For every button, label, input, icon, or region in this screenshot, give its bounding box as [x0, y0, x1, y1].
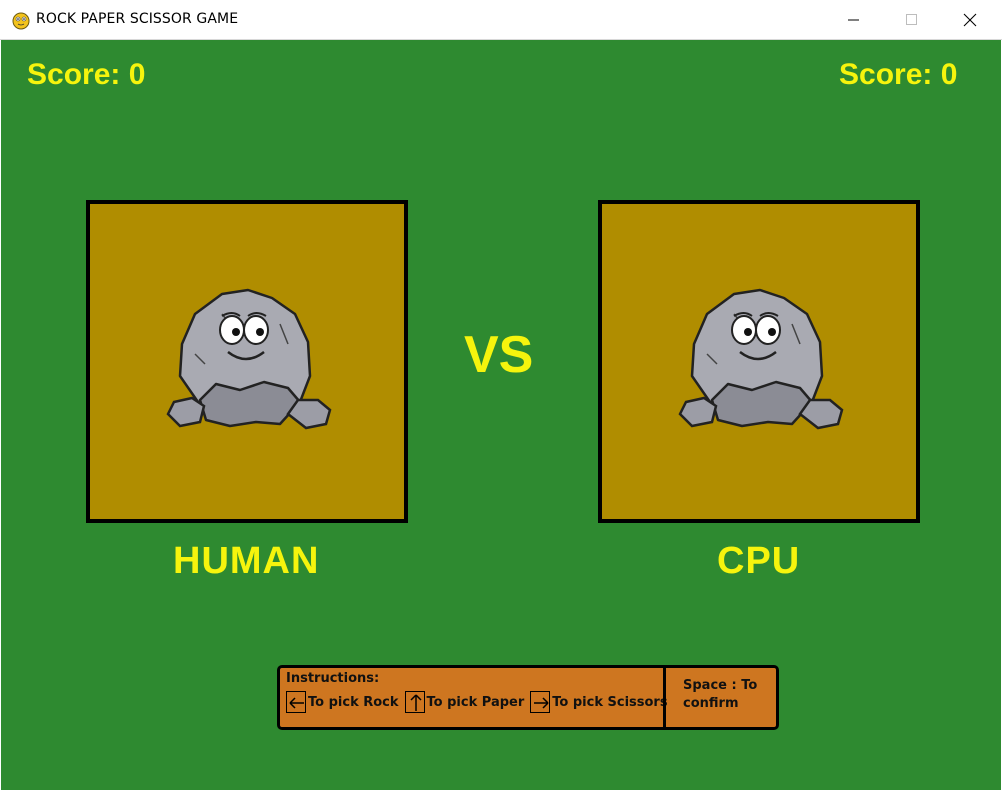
maximize-icon [906, 14, 917, 25]
game-canvas[interactable]: Score: 0 Score: 0 VS HUMAN CPU Instructi… [1, 40, 1001, 790]
instructions-keys: To pick Rock To pick Paper To pick Sciss… [286, 690, 674, 714]
minimize-button[interactable] [826, 0, 884, 40]
maximize-button[interactable] [884, 0, 942, 40]
window-title: ROCK PAPER SCISSOR GAME [36, 11, 239, 27]
close-icon [963, 13, 977, 27]
left-arrow-icon [286, 691, 306, 713]
instruction-paper-text: To pick Paper [426, 694, 525, 710]
instructions-panel: Instructions: To pick Rock To pick Paper… [277, 665, 779, 730]
human-score: Score: 0 [27, 58, 146, 91]
instructions-title: Instructions: [286, 671, 380, 686]
minimize-icon [848, 19, 859, 21]
title-bar: ROCK PAPER SCISSOR GAME [0, 0, 1002, 40]
instruction-paper: To pick Paper [404, 691, 525, 713]
instruction-rock: To pick Rock [286, 691, 399, 713]
instruction-scissors-text: To pick Scissors [552, 694, 668, 710]
right-arrow-icon [530, 691, 551, 713]
cpu-choice-panel [598, 200, 920, 523]
vs-label: VS [464, 326, 534, 384]
pygame-snake-icon [12, 12, 30, 30]
cpu-label: CPU [717, 540, 801, 582]
human-choice-panel [86, 200, 408, 523]
human-label: HUMAN [173, 540, 320, 582]
close-button[interactable] [942, 0, 1000, 40]
up-arrow-icon [404, 691, 425, 713]
rock-icon [166, 288, 332, 430]
cpu-score: Score: 0 [839, 58, 958, 91]
instruction-rock-text: To pick Rock [308, 694, 399, 710]
rock-icon [678, 288, 844, 430]
confirm-instruction: Space : To confirm [683, 678, 758, 711]
instruction-scissors: To pick Scissors [530, 691, 668, 713]
instructions-divider [663, 668, 666, 727]
